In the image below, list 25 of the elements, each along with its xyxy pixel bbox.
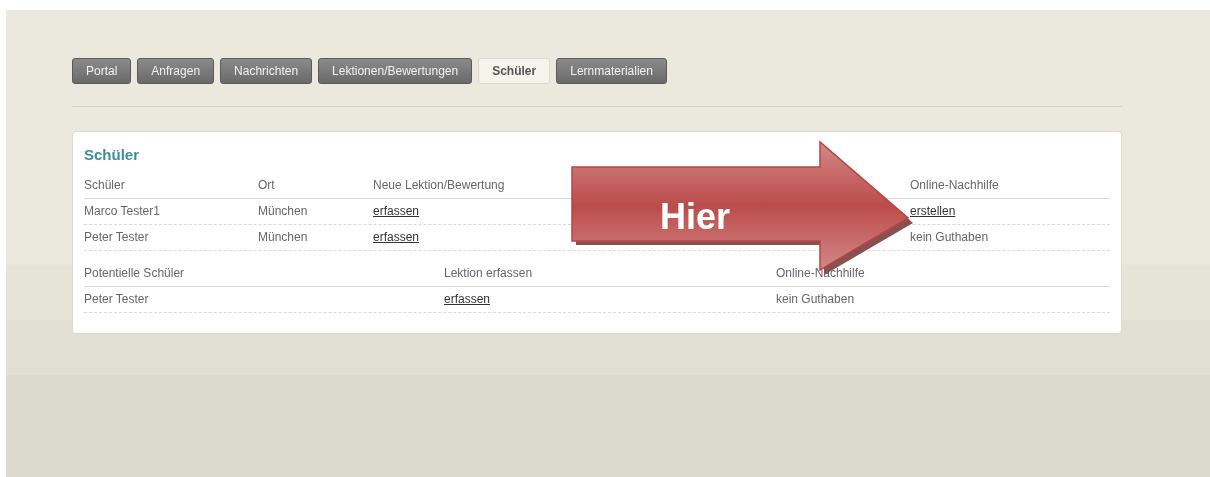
column-header: Potentielle Schüler (84, 265, 186, 282)
nav-tab[interactable]: Nachrichten (220, 58, 313, 84)
table-cell-text: München (258, 203, 309, 220)
table-cell-text: kein Guthaben (776, 291, 856, 308)
table-cell-text: München (258, 229, 309, 246)
nav-tab[interactable]: Anfragen (137, 58, 215, 84)
table-link[interactable]: erfassen (373, 202, 420, 220)
table-cell-text: Peter Tester (84, 291, 150, 308)
column-header: Schüler (84, 177, 126, 194)
column-header: Lektion erfassen (444, 265, 534, 282)
table-link[interactable]: erstellen (910, 202, 956, 220)
table-cell-text: kein Guthaben (910, 229, 990, 246)
callout-label: Hier (660, 199, 731, 235)
table-cell-text: Peter Tester (84, 229, 150, 246)
nav-tab[interactable]: Lektionen/Bewertungen (318, 58, 473, 84)
panel-title: Schüler (84, 145, 141, 165)
column-header: Neue Lektion/Bewertung (373, 177, 506, 194)
table-link[interactable]: erfassen (444, 290, 491, 308)
nav-tab[interactable]: Lernmaterialien (556, 58, 667, 84)
column-header: Ort (258, 177, 276, 194)
column-header: Online-Nachhilfe (910, 177, 1000, 194)
table-link[interactable]: erfassen (373, 228, 420, 246)
nav-tab[interactable]: Portal (72, 58, 132, 84)
table-cell-text: Marco Tester1 (84, 203, 161, 220)
nav-tab[interactable]: Schüler (478, 58, 551, 84)
